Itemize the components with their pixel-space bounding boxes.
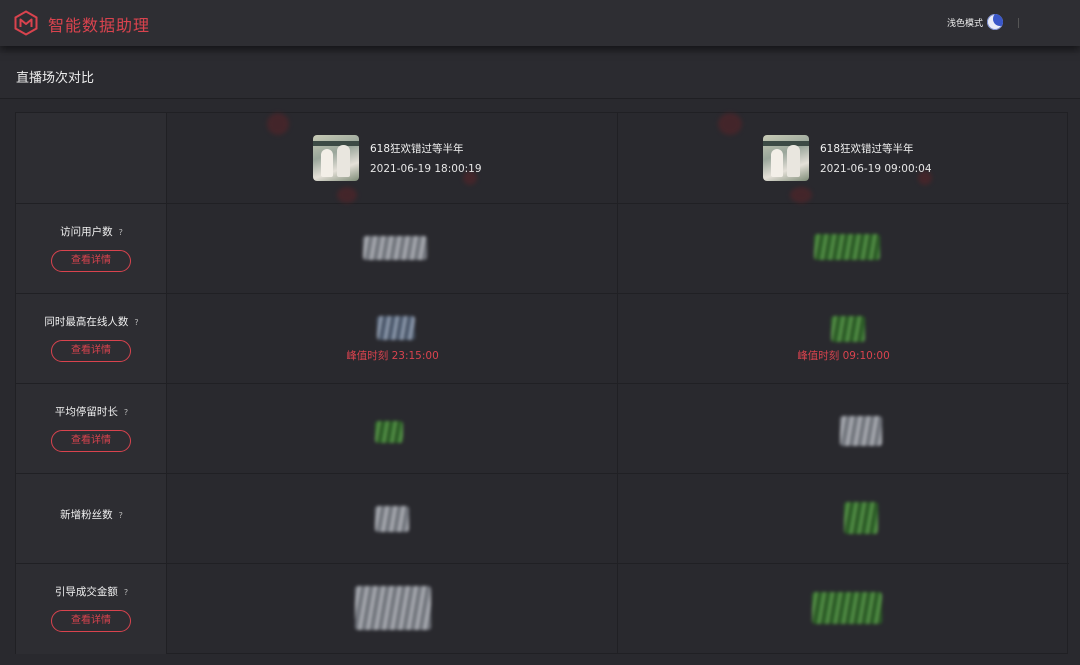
metric-label-cell: 新增粉丝数? (16, 474, 167, 563)
help-icon[interactable]: ? (119, 228, 123, 237)
metric-value-a (167, 204, 618, 293)
help-icon[interactable]: ? (124, 408, 128, 417)
view-detail-button[interactable]: 查看详情 (51, 430, 131, 452)
metric-label-cell: 引导成交金额? 查看详情 (16, 564, 167, 654)
user-menu[interactable] (1030, 14, 1070, 32)
metric-value-b (618, 474, 1069, 563)
view-detail-button[interactable]: 查看详情 (51, 250, 131, 272)
redacted-value (812, 592, 882, 624)
session-a-time: 2021-06-19 18:00:19 (370, 163, 482, 175)
cube-m-logo (14, 10, 38, 36)
comparison-table: 618狂欢错过等半年 2021-06-19 18:00:19 618狂欢错过等半… (15, 112, 1069, 654)
app-title: 智能数据助理 (48, 16, 151, 35)
metric-row-peak-online: 同时最高在线人数? 查看详情 峰值时刻 23:15:00 峰值时刻 09:10:… (16, 294, 1069, 384)
metric-label-cell: 访问用户数? 查看详情 (16, 204, 167, 293)
redacted-value (363, 236, 427, 260)
help-icon[interactable]: ? (134, 318, 138, 327)
decor-dot (790, 187, 812, 203)
moon-icon (987, 14, 1004, 30)
redacted-value (355, 586, 431, 630)
metric-value-a (167, 384, 618, 473)
metric-label: 引导成交金额 (54, 586, 118, 598)
session-a-thumbnail[interactable] (313, 135, 359, 181)
redacted-value (831, 316, 865, 342)
session-b-time: 2021-06-19 09:00:04 (820, 163, 932, 175)
metric-value-a (167, 474, 618, 563)
redacted-value (840, 416, 882, 446)
redacted-value (814, 234, 880, 260)
metric-row-avg-stay: 平均停留时长? 查看详情 (16, 384, 1069, 474)
session-b-thumbnail[interactable] (763, 135, 809, 181)
redacted-value (377, 316, 415, 340)
view-detail-button[interactable]: 查看详情 (51, 340, 131, 362)
decor-dot (337, 187, 357, 203)
metric-label: 新增粉丝数 (60, 509, 113, 521)
metric-label-cell: 同时最高在线人数? 查看详情 (16, 294, 167, 383)
metric-value-a: 峰值时刻 23:15:00 (167, 294, 618, 383)
session-a-cell: 618狂欢错过等半年 2021-06-19 18:00:19 (167, 113, 618, 203)
session-b-name: 618狂欢错过等半年 (820, 143, 914, 155)
metric-label: 同时最高在线人数 (44, 316, 129, 328)
session-b-cell: 618狂欢错过等半年 2021-06-19 09:00:04 (618, 113, 1069, 203)
header-empty-cell (16, 113, 167, 203)
decor-dot (267, 113, 289, 135)
redacted-value (844, 502, 878, 534)
metric-row-gmv: 引导成交金额? 查看详情 (16, 564, 1069, 654)
help-icon[interactable]: ? (119, 511, 123, 520)
session-header-row: 618狂欢错过等半年 2021-06-19 18:00:19 618狂欢错过等半… (16, 113, 1069, 204)
peak-time-label: 峰值时刻 09:10:00 (797, 350, 890, 362)
page-title: 直播场次对比 (16, 71, 95, 86)
peak-time-label: 峰值时刻 23:15:00 (346, 350, 439, 362)
decor-dot (718, 113, 742, 135)
theme-mode-label: 浅色模式 (947, 18, 984, 29)
view-detail-button[interactable]: 查看详情 (51, 610, 131, 632)
theme-toggle[interactable]: 浅色模式 (947, 14, 1004, 30)
help-icon[interactable]: ? (124, 588, 128, 597)
session-a-name: 618狂欢错过等半年 (370, 143, 464, 155)
metric-label-cell: 平均停留时长? 查看详情 (16, 384, 167, 473)
metric-row-visitors: 访问用户数? 查看详情 (16, 204, 1069, 294)
metric-label: 访问用户数 (60, 226, 113, 238)
metric-value-b: 峰值时刻 09:10:00 (618, 294, 1069, 383)
metric-label: 平均停留时长 (54, 406, 118, 418)
metric-value-b (618, 564, 1069, 654)
redacted-value (375, 506, 409, 532)
metric-value-b (618, 384, 1069, 473)
redacted-value (375, 421, 403, 443)
top-bar: 智能数据助理 浅色模式 (0, 0, 1080, 46)
metric-value-a (167, 564, 618, 654)
metric-row-new-fans: 新增粉丝数? (16, 474, 1069, 564)
topbar-divider (1018, 18, 1019, 28)
metric-value-b (618, 204, 1069, 293)
section-header: 直播场次对比 (0, 53, 1080, 99)
